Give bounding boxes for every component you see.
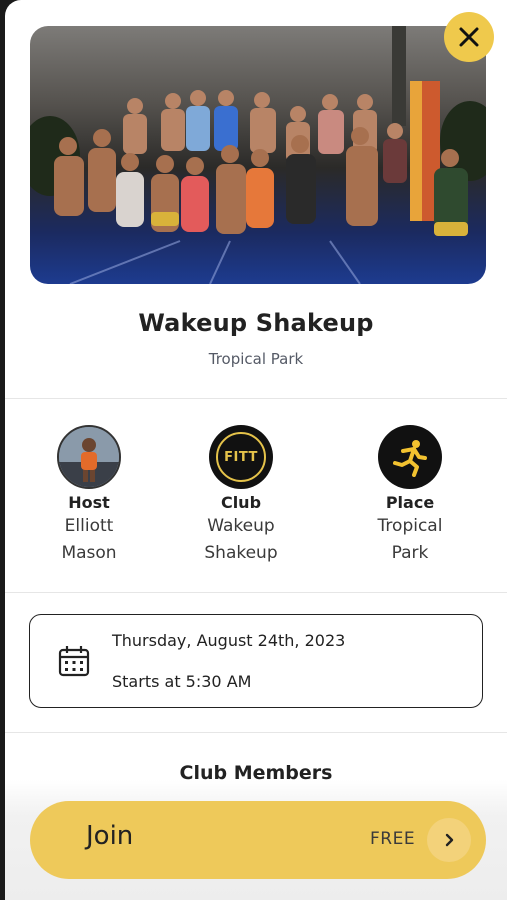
calendar-icon xyxy=(58,645,90,681)
host-info[interactable]: Host Elliott Mason xyxy=(9,425,169,567)
host-label: Host xyxy=(68,493,110,512)
event-schedule-card[interactable]: Thursday, August 24th, 2023 Starts at 5:… xyxy=(29,614,483,708)
event-title: Wakeup Shakeup xyxy=(138,309,374,337)
host-name-last: Mason xyxy=(61,543,117,563)
host-avatar[interactable] xyxy=(57,425,121,489)
event-location: Tropical Park xyxy=(208,350,304,368)
place-info[interactable]: Place Tropical Park xyxy=(330,425,490,567)
close-icon xyxy=(459,27,479,47)
running-person-icon[interactable] xyxy=(378,425,442,489)
place-name-line1: Tropical xyxy=(377,516,443,536)
club-logo-text: FITT xyxy=(224,449,258,465)
club-logo[interactable]: FITT xyxy=(209,425,273,489)
place-name-line2: Park xyxy=(391,543,429,563)
divider xyxy=(5,732,507,733)
join-button[interactable]: Join FREE xyxy=(30,801,486,879)
event-start-time: Starts at 5:30 AM xyxy=(112,672,252,691)
event-date: Thursday, August 24th, 2023 xyxy=(112,631,346,650)
club-info[interactable]: FITT Club Wakeup Shakeup xyxy=(161,425,321,567)
join-label: Join xyxy=(86,821,134,851)
close-button[interactable] xyxy=(444,12,494,62)
place-label: Place xyxy=(385,493,435,512)
club-label: Club xyxy=(220,493,262,512)
club-name-line1: Wakeup xyxy=(207,516,275,536)
club-name-line2: Shakeup xyxy=(204,543,278,563)
divider xyxy=(5,592,507,593)
chevron-right-icon[interactable] xyxy=(427,818,471,862)
divider xyxy=(5,398,507,399)
join-price: FREE xyxy=(370,829,416,849)
host-name-first: Elliott xyxy=(64,516,114,536)
event-photo xyxy=(30,26,486,284)
event-detail-sheet: Wakeup Shakeup Tropical Park Host Elliot… xyxy=(5,0,507,900)
